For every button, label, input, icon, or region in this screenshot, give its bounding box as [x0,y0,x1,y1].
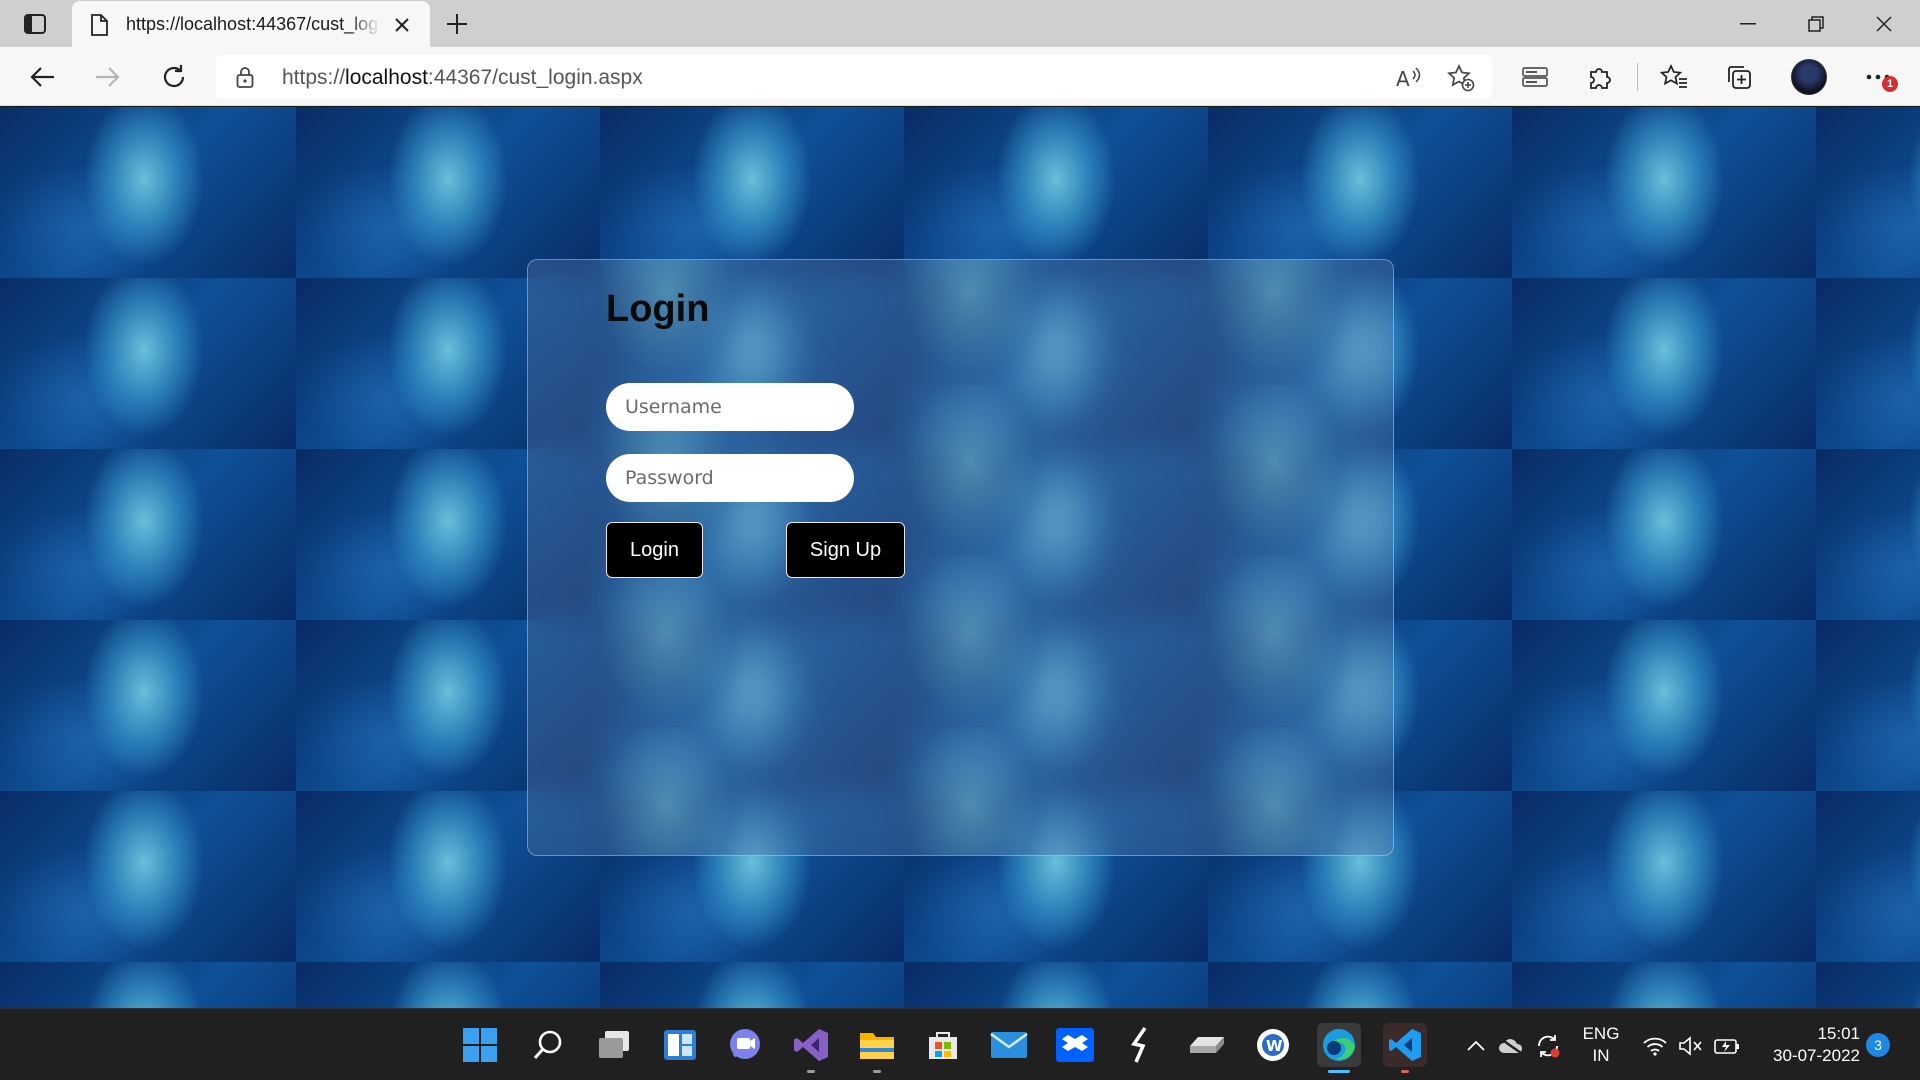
new-tab-button[interactable] [440,8,474,40]
profile-avatar[interactable] [1791,59,1827,95]
lock-icon[interactable] [236,66,254,93]
region-code: IN [1592,1046,1610,1065]
address-bar[interactable]: https://localhost:44367/cust_login.aspx … [216,55,1492,99]
microsoft-store-icon[interactable] [921,1023,965,1067]
running-indicator [1401,1070,1409,1073]
running-indicator [807,1070,815,1073]
login-card: Login Login Sign Up [527,259,1394,856]
battery-charging-icon[interactable] [1714,1033,1740,1059]
document-icon [90,13,108,36]
teams-chat-icon[interactable] [723,1023,767,1067]
url-text[interactable]: https://localhost:44367/cust_login.aspx [282,66,643,90]
wifi-icon[interactable] [1642,1033,1668,1059]
username-input[interactable] [606,383,854,431]
password-input[interactable] [606,454,854,502]
tab-title: https://localhost:44367/cust_login.aspx [126,14,380,34]
refresh-icon[interactable] [156,59,192,95]
clock-date: 30-07-2022 [1773,1046,1860,1065]
svg-text:W: W [1266,1037,1283,1055]
edge-browser-icon[interactable] [1317,1023,1361,1073]
running-indicator [873,1070,881,1073]
clock[interactable]: 15:01 30-07-2022 [1756,1023,1860,1067]
login-button[interactable]: Login [606,522,703,578]
restore-icon[interactable] [1782,0,1850,47]
dropbox-icon[interactable] [1053,1023,1097,1067]
favorites-icon[interactable] [1656,59,1692,95]
running-indicator [1328,1070,1350,1073]
sync-icon[interactable] [1535,1033,1561,1059]
task-view-icon[interactable] [592,1023,636,1067]
forward-icon[interactable] [90,59,126,95]
extensions-icon[interactable] [1582,59,1618,95]
volume-muted-icon[interactable] [1678,1033,1704,1059]
read-aloud-icon[interactable]: A [1394,63,1424,93]
search-icon[interactable] [526,1023,570,1067]
close-window-icon[interactable] [1850,0,1918,47]
app-w-icon[interactable]: W [1251,1023,1295,1067]
back-icon[interactable] [24,59,60,95]
browser-tab-active[interactable]: https://localhost:44367/cust_login.aspx [72,1,430,48]
vscode-icon[interactable] [1383,1023,1427,1073]
page-background: Login Login Sign Up [0,107,1920,1008]
close-tab-icon[interactable] [388,11,416,39]
add-favorite-icon[interactable] [1446,63,1476,93]
toolbar-divider [1637,63,1638,91]
onedrive-offline-icon[interactable] [1498,1033,1524,1059]
notification-badge: 1 [1882,76,1898,92]
app-s-icon[interactable] [1119,1023,1163,1067]
visual-studio-icon[interactable] [789,1023,833,1073]
input-language[interactable]: ENG IN [1576,1023,1626,1067]
widgets-icon[interactable] [658,1023,702,1067]
windows-taskbar: W ENG IN 15:01 30-07-2022 [0,1008,1920,1080]
page-title: Login [606,288,710,330]
minimize-icon[interactable] [1714,0,1782,47]
sidebar-panel-icon[interactable] [1517,59,1553,95]
language-code: ENG [1582,1024,1620,1043]
file-explorer-icon[interactable] [855,1023,899,1073]
mail-icon[interactable] [987,1023,1031,1067]
clock-time: 15:01 [1817,1024,1860,1043]
signup-button[interactable]: Sign Up [786,522,905,578]
drive-icon[interactable] [1185,1023,1229,1067]
tab-actions-icon[interactable] [20,11,50,37]
svg-text:A: A [1396,67,1410,89]
start-icon[interactable] [458,1023,502,1067]
notification-center-badge[interactable]: 3 [1866,1033,1890,1057]
collections-icon[interactable] [1721,59,1757,95]
browser-toolbar: https://localhost:44367/cust_login.aspx … [0,47,1920,106]
browser-tab-strip: https://localhost:44367/cust_login.aspx [0,0,1920,48]
show-hidden-icons-chevron-icon[interactable] [1463,1033,1489,1059]
